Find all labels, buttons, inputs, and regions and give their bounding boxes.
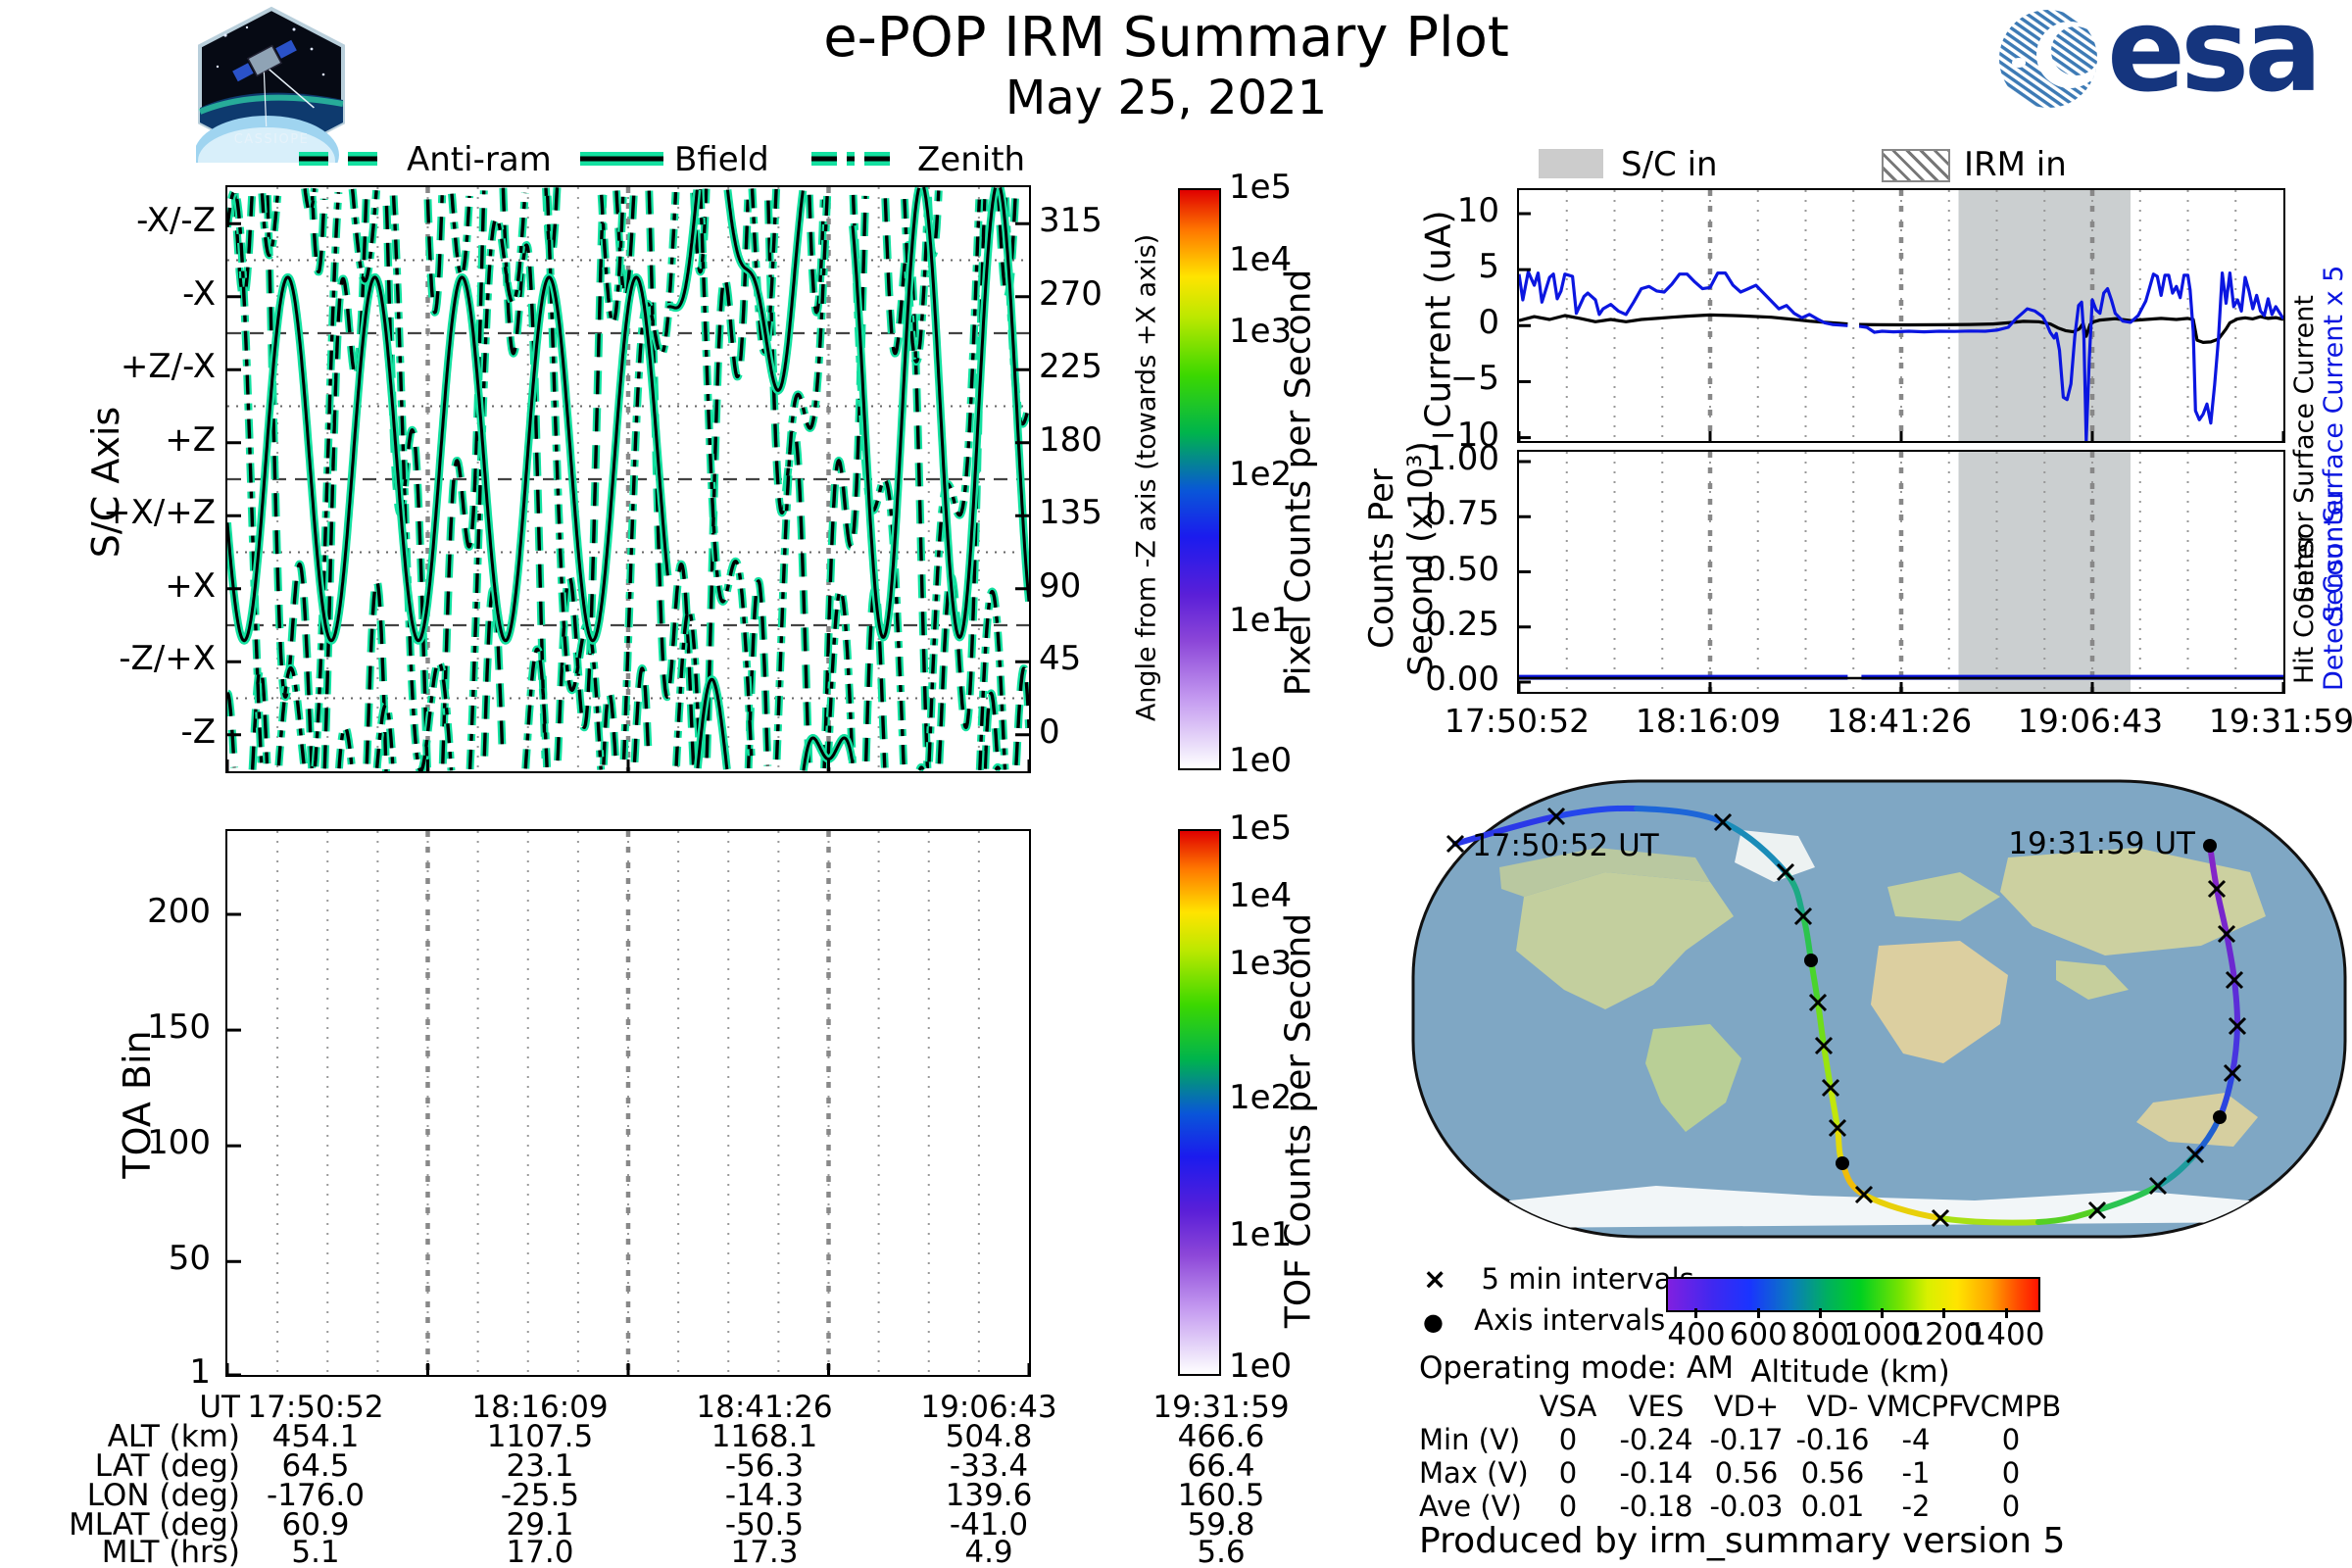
current-ytick: −5 <box>1449 359 1499 399</box>
bfield-legend-swatch <box>580 152 663 166</box>
sc-axis-plot[interactable] <box>225 185 1031 773</box>
vtable-col-VCMPB: VCMPB <box>1960 1390 2062 1423</box>
vtable-cell: 0 <box>2001 1423 2021 1456</box>
toa-ytick-1: 1 <box>189 1352 211 1392</box>
toa-ytick-100: 100 <box>147 1123 211 1163</box>
axis-interval-label: Axis intervals <box>1474 1303 1666 1337</box>
vtable-cell: 0 <box>2001 1490 2021 1523</box>
toa-ytick-150: 150 <box>147 1007 211 1048</box>
esa-wordmark: esa <box>2107 0 2323 118</box>
pixel-colorbar-label: Pixel Counts per Second <box>1278 269 1319 697</box>
bfield-legend-label: Bfield <box>674 140 769 179</box>
sc-angle-tick: 315 <box>1039 201 1102 241</box>
sc-ytick--X: -X <box>182 273 216 314</box>
toa-bin-plot[interactable] <box>225 829 1031 1377</box>
map-start-time: 17:50:52 UT <box>1472 828 1660 863</box>
hit-detect-plot[interactable] <box>1517 450 2285 694</box>
toa-ytick-200: 200 <box>147 892 211 932</box>
pixel-colorbar[interactable] <box>1178 188 1221 770</box>
sc-angle-tick: 270 <box>1039 273 1102 314</box>
page-title: e-POP IRM Summary Plot <box>823 6 1509 70</box>
pointing-legend: Anti-ram Bfield Zenith <box>294 140 1039 179</box>
cassiope-mission-patch: CASSIOPE <box>196 6 345 163</box>
plot-canvas <box>227 831 1029 1375</box>
alt-tickmark <box>1881 1308 1885 1318</box>
counts-ytick: 0.50 <box>1425 549 1499 589</box>
esa-globe-icon <box>1999 10 2097 108</box>
operating-mode: Operating mode: AM <box>1419 1350 1735 1386</box>
x-marker-icon: × <box>1423 1262 1447 1296</box>
time-tick-17:50:52: 17:50:52 <box>1444 702 1591 740</box>
ephem-cell: 17.0 <box>506 1535 574 1568</box>
dot-marker-icon: ● <box>1423 1308 1444 1336</box>
current-ytick: 5 <box>1478 247 1499 287</box>
sc-angle-tick: 45 <box>1039 639 1082 679</box>
alt-tickmark <box>1756 1308 1760 1318</box>
toa-ytick-50: 50 <box>168 1239 211 1279</box>
page-date: May 25, 2021 <box>1004 71 1328 125</box>
map-end-time: 19:31:59 UT <box>2008 826 2196 861</box>
shadow-swatch <box>1882 149 1950 182</box>
tof-colorbar-label: TOF Counts per Second <box>1278 912 1319 1329</box>
current-ytick: 10 <box>1456 191 1499 230</box>
ephem-cell: 4.9 <box>964 1535 1013 1568</box>
alt-tick-1400: 1400 <box>1967 1317 2045 1352</box>
plot-canvas <box>1519 452 2283 692</box>
counts-ytick: 0.75 <box>1425 494 1499 534</box>
altitude-label: Altitude (km) <box>1750 1354 1950 1390</box>
sc-ytick-+X/+Z: +X/+Z <box>102 493 216 533</box>
time-tick-19:31:59: 19:31:59 <box>2208 702 2352 740</box>
sc-angle-tick: 90 <box>1039 565 1082 606</box>
eclipse-swatch <box>1539 149 1603 178</box>
counts-ytick: 0.00 <box>1425 660 1499 699</box>
sc-angle-tick: 180 <box>1039 419 1102 460</box>
irm-summary-page: CASSIOPE e-POP IRM Summary Plot May 25, … <box>0 0 2352 1568</box>
sc-ytick--X/-Z: -X/-Z <box>136 201 216 241</box>
sc-ytick-+Z: +Z <box>165 419 216 460</box>
counts-ytick: 0.25 <box>1425 604 1499 644</box>
altitude-colorbar[interactable] <box>1666 1277 2040 1312</box>
vtable-cell: 0 <box>2001 1456 2021 1490</box>
time-tick-18:41:26: 18:41:26 <box>1826 702 1973 740</box>
zenith-legend-swatch <box>811 152 898 166</box>
alt-tickmark <box>2004 1308 2008 1318</box>
esa-logo: esa <box>1997 0 2350 118</box>
sc-angle-tick: 225 <box>1039 347 1102 387</box>
tof-colorbar[interactable] <box>1178 829 1221 1376</box>
antiram-legend-label: Anti-ram <box>407 140 552 179</box>
pixel-cb-tick-1e0: 1e0 <box>1229 741 1293 780</box>
sc-ytick-+Z/-X: +Z/-X <box>120 347 216 387</box>
sc-angle-tick: 0 <box>1039 711 1060 752</box>
sensor-current-plot[interactable] <box>1517 188 2285 443</box>
counts-right-label-inner: Hit Counter <box>2289 532 2320 684</box>
antiram-legend-swatch <box>299 152 382 166</box>
sc-ytick-+X: +X <box>165 565 216 606</box>
time-tick-19:06:43: 19:06:43 <box>2017 702 2164 740</box>
sc-axis-right-label: Angle from -Z axis (towards +X axis) <box>1131 233 1162 722</box>
ephem-cell: 5.6 <box>1197 1535 1246 1568</box>
tof-cb-tick-1e5: 1e5 <box>1229 808 1293 848</box>
current-ytick: 0 <box>1478 303 1499 343</box>
alt-tickmark <box>1818 1308 1822 1318</box>
sc-ytick--Z/+X: -Z/+X <box>119 639 216 679</box>
time-tick-18:16:09: 18:16:09 <box>1635 702 1782 740</box>
plot-canvas <box>1519 190 2283 441</box>
five-min-label: 5 min intervals <box>1481 1262 1694 1296</box>
footer-produced-by: Produced by irm_summary version 5 <box>1419 1521 2066 1561</box>
plot-canvas <box>227 187 1029 771</box>
sc-angle-tick: 135 <box>1039 493 1102 533</box>
sc-ytick--Z: -Z <box>180 711 216 752</box>
ephem-cell: 17.3 <box>730 1535 799 1568</box>
pixel-cb-tick-1e5: 1e5 <box>1229 168 1293 207</box>
ephem-cell: 5.1 <box>291 1535 340 1568</box>
zenith-legend-label: Zenith <box>917 140 1026 179</box>
counts-right-label-outer: Detect Counter <box>2319 488 2349 691</box>
ground-track-map[interactable]: 17:50:52 UT 19:31:59 UT <box>1411 779 2347 1239</box>
counts-ytick: 1.00 <box>1425 439 1499 478</box>
alt-tickmark <box>1942 1308 1946 1318</box>
alt-tickmark <box>1694 1308 1698 1318</box>
